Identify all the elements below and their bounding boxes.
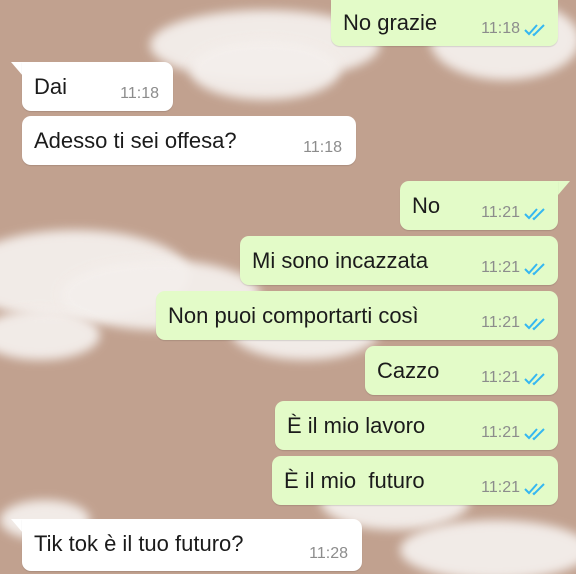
message-time: 11:21 xyxy=(481,204,520,221)
message-time: 11:18 xyxy=(481,20,520,37)
message-bubble-outgoing[interactable]: È il mio lavoro 11:21 xyxy=(275,401,558,450)
message-bubble-incoming[interactable]: Tik tok è il tuo futuro? 11:28 xyxy=(22,519,362,571)
message-time: 11:28 xyxy=(309,545,348,562)
message-time: 11:18 xyxy=(120,85,159,102)
cloud-decoration xyxy=(190,40,340,100)
message-text: Adesso ti sei offesa? xyxy=(34,128,237,153)
double-check-read-icon xyxy=(524,483,545,496)
double-check-read-icon xyxy=(524,24,545,37)
message-text: È il mio futuro xyxy=(284,468,425,493)
message-text: È il mio lavoro xyxy=(287,413,426,438)
message-bubble-outgoing[interactable]: Mi sono incazzata 11:21 xyxy=(240,236,558,285)
message-time: 11:21 xyxy=(481,424,520,441)
message-time: 11:21 xyxy=(481,314,520,331)
double-check-read-icon xyxy=(524,318,545,331)
message-time: 11:21 xyxy=(481,479,520,496)
message-text: Dai xyxy=(34,74,68,99)
message-bubble-outgoing[interactable]: No 11:21 xyxy=(400,181,558,230)
message-bubble-incoming[interactable]: Dai 11:18 xyxy=(22,62,173,111)
double-check-read-icon xyxy=(524,263,545,276)
message-text: Tik tok è il tuo futuro? xyxy=(34,531,244,556)
cloud-decoration xyxy=(400,520,576,574)
message-bubble-incoming[interactable]: Adesso ti sei offesa? 11:18 xyxy=(22,116,356,165)
message-text: No grazie xyxy=(343,10,438,35)
cloud-decoration xyxy=(0,310,100,360)
message-bubble-outgoing[interactable]: No grazie 11:18 xyxy=(331,0,558,46)
message-bubble-outgoing[interactable]: È il mio futuro 11:21 xyxy=(272,456,558,505)
message-bubble-outgoing[interactable]: Cazzo 11:21 xyxy=(365,346,558,395)
double-check-read-icon xyxy=(524,428,545,441)
chat-background: No grazie 11:18 Dai 11:18 Adesso ti sei … xyxy=(0,0,576,574)
message-time: 11:18 xyxy=(303,139,342,156)
double-check-read-icon xyxy=(524,208,545,221)
message-text: Non puoi comportarti così xyxy=(168,303,419,328)
double-check-read-icon xyxy=(524,373,545,386)
message-text: Mi sono incazzata xyxy=(252,248,429,273)
message-time: 11:21 xyxy=(481,259,520,276)
message-bubble-outgoing[interactable]: Non puoi comportarti così 11:21 xyxy=(156,291,558,340)
bubble-tail xyxy=(558,181,570,195)
message-text: No xyxy=(412,193,441,218)
message-time: 11:21 xyxy=(481,369,520,386)
message-text: Cazzo xyxy=(377,358,440,383)
